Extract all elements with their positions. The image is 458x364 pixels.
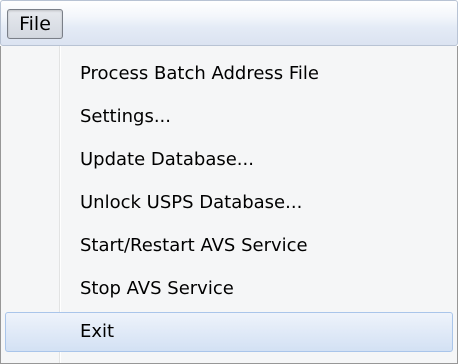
menu-item-stop-avs-service[interactable]: Stop AVS Service — [5, 269, 453, 309]
menu-item-label: Start/Restart AVS Service — [80, 235, 308, 256]
menu-item-label: Update Database... — [80, 149, 254, 170]
file-dropdown-menu: Process Batch Address File Settings... U… — [0, 46, 458, 364]
menu-item-label: Process Batch Address File — [80, 63, 319, 84]
menu-bar: File — [0, 0, 458, 46]
menu-item-settings[interactable]: Settings... — [5, 97, 453, 137]
menu-item-process-batch-address-file[interactable]: Process Batch Address File — [5, 54, 453, 94]
file-menu-button[interactable]: File — [7, 9, 63, 39]
menu-item-start-restart-avs-service[interactable]: Start/Restart AVS Service — [5, 226, 453, 266]
menu-item-update-database[interactable]: Update Database... — [5, 140, 453, 180]
menu-item-label: Settings... — [80, 106, 171, 127]
menu-item-label: Unlock USPS Database... — [80, 192, 303, 213]
menu-item-label: Stop AVS Service — [80, 278, 234, 299]
menu-item-unlock-usps-database[interactable]: Unlock USPS Database... — [5, 183, 453, 223]
menu-item-exit[interactable]: Exit — [5, 312, 453, 352]
menu-item-label: Exit — [80, 321, 115, 342]
